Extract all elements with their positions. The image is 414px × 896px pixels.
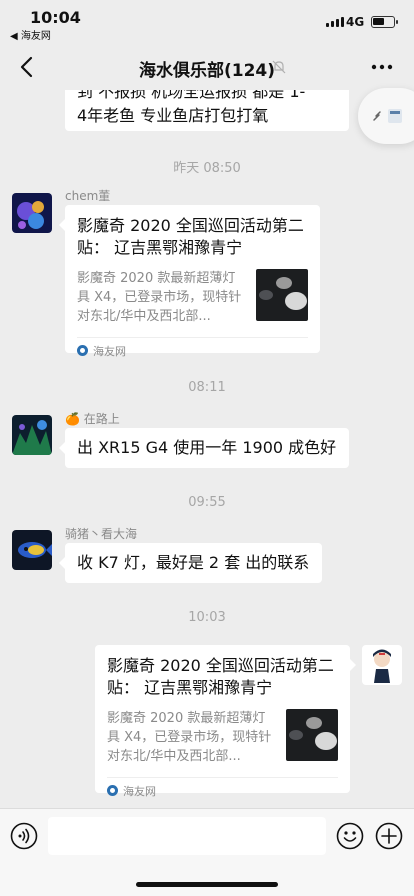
link-card-message-own[interactable]: 影魔奇 2020 全国巡回活动第二贴： 辽吉黑鄂湘豫青宁 影魔奇 2020 款最… xyxy=(95,645,356,798)
link-title: 影魔奇 2020 全国巡回活动第二贴： 辽吉黑鄂湘豫青宁 xyxy=(107,656,334,697)
sender-name: 骑猪丶看大海 xyxy=(65,527,138,541)
mute-bell-icon xyxy=(272,60,286,74)
site-logo-icon xyxy=(77,345,88,356)
avatar-qizhu[interactable] xyxy=(12,530,52,570)
more-options-icon[interactable] xyxy=(370,58,394,76)
sender-name: chem董 xyxy=(65,189,111,203)
link-source-name: 海友网 xyxy=(93,344,126,358)
add-more-icon[interactable] xyxy=(375,822,403,850)
message-text: 出 XR15 G4 使用一年 1900 成色好 xyxy=(77,438,337,457)
voice-input-icon[interactable] xyxy=(10,822,38,850)
timestamp: 09:55 xyxy=(188,495,226,510)
link-description: 影魔奇 2020 款最新超薄灯具 X4，已登录市场，现特针对东北/华中及西北部.… xyxy=(77,271,242,324)
message-list[interactable]: 到 不报损 机场全运报损 都是 1- 4年老鱼 专业鱼店打包打氧 昨天 08:5… xyxy=(0,90,414,808)
message-bubble-partial[interactable]: 到 不报损 机场全运报损 都是 1- 4年老鱼 专业鱼店打包打氧 xyxy=(65,90,349,131)
site-logo-icon xyxy=(107,785,118,796)
group-title: 海水俱乐部(124) xyxy=(138,61,276,81)
timestamp: 08:11 xyxy=(188,380,226,395)
message-text: 收 K7 灯，最好是 2 套 出的联系 xyxy=(77,553,310,572)
link-title: 影魔奇 2020 全国巡回活动第二贴： 辽吉黑鄂湘豫青宁 xyxy=(77,216,304,257)
sender-name-text: 在路上 xyxy=(83,412,120,426)
orange-emoji-icon: 🍊 xyxy=(65,412,80,426)
link-card-message[interactable]: 影魔奇 2020 全国巡回活动第二贴： 辽吉黑鄂湘豫青宁 影魔奇 2020 款最… xyxy=(59,205,320,358)
sender-name: 🍊 在路上 xyxy=(65,410,120,427)
link-source: 海友网 xyxy=(77,337,308,363)
back-to-app-link[interactable]: ◀ 海友网 xyxy=(10,27,51,42)
avatar-self[interactable] xyxy=(362,645,402,685)
status-bar: 10:04 ◀ 海友网 4G xyxy=(0,0,414,44)
link-source: 海友网 xyxy=(107,777,338,803)
message-text: 到 不报损 机场全运报损 都是 1- xyxy=(77,90,306,101)
avatar-zailushang[interactable] xyxy=(12,415,52,455)
timestamp: 昨天 08:50 xyxy=(173,161,241,176)
battery-icon xyxy=(371,16,398,28)
network-type: 4G xyxy=(346,15,365,29)
message-bubble[interactable]: 收 K7 灯，最好是 2 套 出的联系 xyxy=(59,543,322,583)
signal-icon xyxy=(326,16,344,27)
message-text: 4年老鱼 专业鱼店打包打氧 xyxy=(77,106,269,125)
link-thumbnail-image xyxy=(256,269,308,321)
link-thumbnail-image xyxy=(286,709,338,761)
timestamp: 10:03 xyxy=(188,610,226,625)
avatar-chem[interactable] xyxy=(12,193,52,233)
status-time: 10:04 xyxy=(30,8,81,27)
message-bubble[interactable]: 出 XR15 G4 使用一年 1900 成色好 xyxy=(59,428,349,468)
emoji-icon[interactable] xyxy=(336,822,364,850)
message-input[interactable] xyxy=(48,817,326,855)
home-indicator[interactable] xyxy=(136,882,278,887)
link-source-name: 海友网 xyxy=(123,784,156,798)
chat-header: 海水俱乐部(124) xyxy=(0,44,414,90)
floating-window-button[interactable] xyxy=(358,88,414,144)
link-description: 影魔奇 2020 款最新超薄灯具 X4，已登录市场，现特针对东北/华中及西北部.… xyxy=(107,711,272,764)
